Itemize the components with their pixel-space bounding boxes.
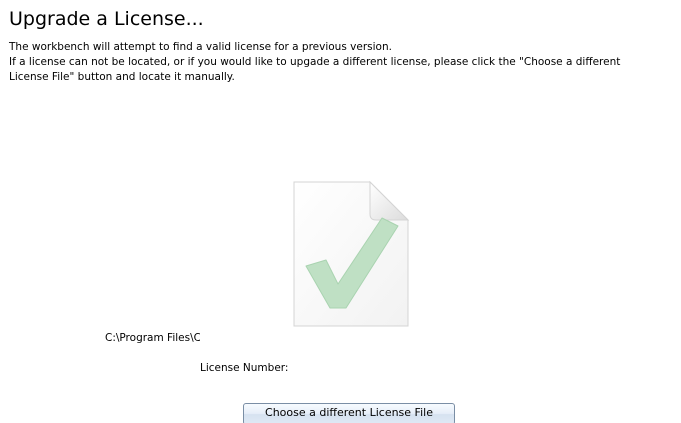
description-line-1: The workbench will attempt to find a val… bbox=[9, 41, 392, 53]
description-line-3: License File" button and locate it manua… bbox=[9, 71, 235, 83]
license-file-path: C:\Program Files\CLC bbox=[105, 332, 200, 344]
page-title: Upgrade a License... bbox=[9, 8, 204, 30]
license-file-check-icon bbox=[290, 180, 410, 328]
choose-license-file-button[interactable]: Choose a different License File bbox=[243, 403, 455, 423]
license-number-label: License Number: bbox=[200, 362, 289, 374]
document-fold bbox=[369, 180, 410, 221]
description-line-2: If a license can not be located, or if y… bbox=[9, 56, 621, 68]
